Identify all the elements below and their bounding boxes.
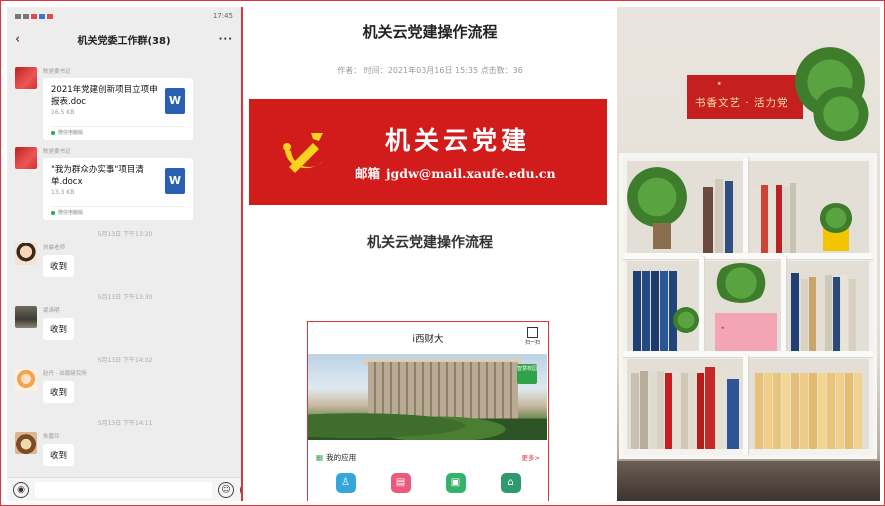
article-page: 机关云党建操作流程 作者： 时间：2021年03月16日 15:35 点击数：3… [245,7,615,501]
avatar[interactable] [15,432,37,454]
chat-message: 赵丹 · 出版研究所 收到 [15,369,87,403]
file-name: 2021年党建创新项目立项申报表.doc [51,85,158,107]
banner-email: 邮箱 jgdw@mail.xaufe.edu.cn [355,163,556,182]
app-header: i西财大 扫一扫 [308,322,548,354]
group-chat-screen: 17:45 ‹ 机关党委工作群(38) ··· 陈党委书记 2021年党建创新项… [7,7,243,501]
timestamp: 5月13日 下午13:20 [97,231,153,238]
sender-name: 赵丹 · 出版研究所 [43,371,87,377]
pink-gift-box: ★ [715,313,777,351]
sender-name: 陈党委书记 [43,149,71,155]
my-apps-card: ▦ 我的应用 更多> ♙ ▤ ▣ ⌂ [314,446,542,501]
timestamp: 5月13日 下午13:30 [97,294,153,301]
timestamp: 5月13日 下午14:02 [97,357,153,364]
floor [617,461,880,501]
chat-message: 刘晨老师 收到 [15,243,75,277]
chat-message: 朱嘉玲 收到 [15,432,75,466]
article-title: 机关云党建操作流程 [362,23,498,41]
scan-button[interactable]: 扫一扫 [525,327,540,346]
campus-badge[interactable]: 智慧校园 [517,364,537,384]
avatar[interactable] [15,67,37,89]
message-bubble[interactable]: 收到 [43,381,75,403]
file-name: "我为群众办实事"项目清单.docx [51,165,144,187]
party-banner: 机关云党建 邮箱 jgdw@mail.xaufe.edu.cn [249,99,607,205]
campus-photo: 智慧校园 [308,354,547,440]
avatar[interactable] [15,306,37,328]
voice-icon[interactable]: ◉ [13,481,29,498]
email-label: 邮箱 [355,166,381,181]
chat-message: 陈党委书记 2021年党建创新项目立项申报表.doc 16.5 KB W 微信电… [15,67,193,140]
scan-icon [526,327,538,338]
status-time: 17:45 [212,12,233,20]
grid-icon: ▦ [316,453,324,462]
file-source: 微信电脑版 [51,126,185,136]
plus-icon[interactable]: + [240,481,241,498]
chevron-left-icon[interactable]: ‹ [15,32,33,47]
message-bubble[interactable]: 收到 [43,444,75,466]
app-icons-row: ♙ ▤ ▣ ⌂ [314,469,542,493]
my-apps-label: 我的应用 [326,453,357,462]
chat-input-bar: ◉ ☺ + [7,477,241,501]
file-source: 微信电脑版 [51,206,185,216]
more-dots-icon[interactable]: ··· [215,34,233,45]
chat-message: 陈党委书记 "我为群众办实事"项目清单.docx 13.3 KB W 微信电脑版 [15,147,193,220]
bookshelf-photo: ★ 书香文艺 · 活力党 ★ [617,7,880,501]
composite-frame: 17:45 ‹ 机关党委工作群(38) ··· 陈党委书记 2021年党建创新项… [0,0,885,506]
sender-name: 陈党委书记 [43,69,71,75]
emoji-icon[interactable]: ☺ [218,481,234,498]
article-meta: 作者： 时间：2021年03月16日 15:35 点击数：36 [337,66,523,75]
sender-name: 刘晨老师 [43,245,66,251]
chat-header: ‹ 机关党委工作群(38) ··· [7,25,241,53]
word-document-icon: W [165,88,185,114]
more-apps-link[interactable]: 更多> [522,452,540,463]
user-app-icon[interactable]: ♙ [335,473,356,493]
avatar[interactable] [15,243,37,265]
slogan-text: 书香文艺 · 活力党 [695,97,789,109]
chat-message: 梁涛明 收到 [15,306,75,340]
org-app-icon[interactable]: ⌂ [500,473,521,493]
slogan-plaque: ★ 书香文艺 · 活力党 [687,75,803,119]
sender-name: 朱嘉玲 [43,434,60,440]
message-bubble[interactable]: 收到 [43,318,75,340]
task-app-icon[interactable]: ▣ [445,473,466,493]
message-input[interactable] [35,481,212,498]
party-emblem-icon [283,133,323,173]
message-bubble[interactable]: 收到 [43,255,75,277]
avatar[interactable] [15,369,37,391]
email-address[interactable]: jgdw@mail.xaufe.edu.cn [386,166,556,181]
chat-title: 机关党委工作群(38) [77,35,171,47]
calendar-app-icon[interactable]: ▤ [390,473,411,493]
status-bar: 17:45 [7,7,241,25]
banner-title: 机关云党建 [385,126,531,155]
app-screenshot: i西财大 扫一扫 智慧校园 ▦ 我的应用 更多> ♙ ▤ ▣ ⌂ [307,321,549,501]
file-card[interactable]: 2021年党建创新项目立项申报表.doc 16.5 KB W 微信电脑版 [43,78,193,140]
file-card[interactable]: "我为群众办实事"项目清单.docx 13.3 KB W 微信电脑版 [43,158,193,220]
timestamp: 5月13日 下午14:11 [97,420,153,427]
word-document-icon: W [165,168,185,194]
bookshelf: ★ [619,153,877,459]
app-title: i西财大 [412,334,444,345]
sender-name: 梁涛明 [43,308,60,314]
status-icons [15,13,53,19]
avatar[interactable] [15,147,37,169]
scan-label: 扫一扫 [524,340,540,346]
article-subtitle: 机关云党建操作流程 [367,235,493,251]
